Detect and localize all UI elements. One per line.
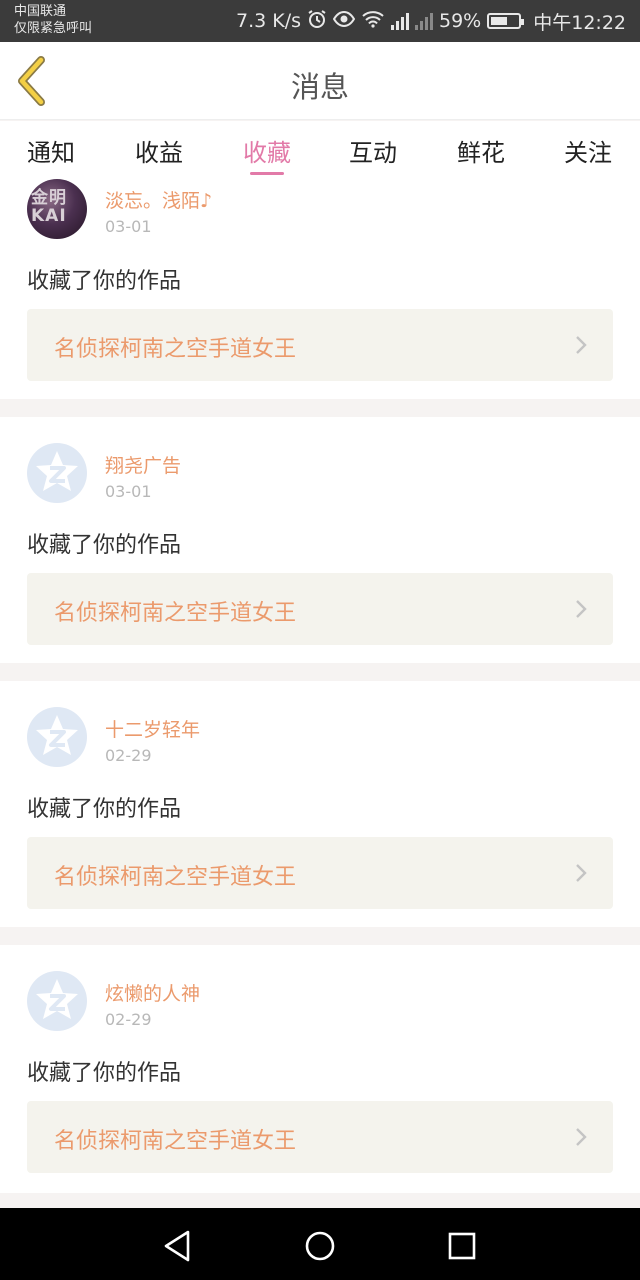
page-title: 消息 — [290, 70, 349, 104]
username[interactable]: 淡忘。浅陌♪ — [105, 186, 212, 213]
net-speed: 7.3 K/s — [235, 10, 301, 32]
work-title: 名侦探柯南之空手道女王 — [54, 1129, 297, 1154]
message-text: 收藏了你的作品 — [27, 533, 182, 558]
avatar[interactable] — [27, 971, 87, 1031]
clock: 中午12:22 — [533, 11, 626, 34]
tab-favorites[interactable]: 收藏 — [222, 133, 312, 168]
work-link[interactable]: 名侦探柯南之空手道女王 — [27, 837, 613, 909]
message-text: 收藏了你的作品 — [27, 269, 182, 294]
status-bar: 中国联通 仅限紧急呼叫 7.3 K/s 59% 中午12:22 — [0, 0, 640, 42]
eye-icon — [332, 10, 356, 32]
list-item: 翔尧广告 03-01 收藏了你的作品 名侦探柯南之空手道女王 — [0, 417, 640, 663]
default-avatar-icon — [36, 715, 78, 755]
tab-flowers[interactable]: 鲜花 — [436, 133, 526, 168]
chevron-right-icon — [576, 336, 587, 354]
tab-following[interactable]: 关注 — [543, 133, 633, 168]
avatar[interactable] — [27, 707, 87, 767]
work-link[interactable]: 名侦探柯南之空手道女王 — [27, 1101, 613, 1173]
username[interactable]: 十二岁轻年 — [105, 715, 200, 742]
tab-earnings[interactable]: 收益 — [114, 133, 204, 168]
message-date: 03-01 — [105, 217, 152, 236]
alarm-icon — [307, 9, 327, 34]
message-date: 02-29 — [105, 1010, 152, 1029]
carrier-info: 中国联通 仅限紧急呼叫 — [14, 3, 92, 37]
list-item: 炫懒的人神 02-29 收藏了你的作品 名侦探柯南之空手道女王 — [0, 945, 640, 1193]
circle-home-icon — [305, 1231, 335, 1261]
work-title: 名侦探柯南之空手道女王 — [54, 337, 297, 362]
battery-percent: 59% — [439, 10, 482, 32]
message-text: 收藏了你的作品 — [27, 797, 182, 822]
list-item: 十二岁轻年 02-29 收藏了你的作品 名侦探柯南之空手道女王 — [0, 681, 640, 927]
active-tab-indicator — [250, 172, 284, 175]
wifi-icon — [361, 10, 385, 33]
message-text: 收藏了你的作品 — [27, 1061, 182, 1086]
chevron-right-icon — [576, 864, 587, 882]
nav-back-button[interactable] — [158, 1226, 198, 1266]
square-recent-icon — [448, 1232, 476, 1260]
tab-bar: 通知 收益 收藏 互动 鲜花 关注 — [0, 121, 640, 183]
carrier-name: 中国联通 — [14, 4, 67, 19]
work-link[interactable]: 名侦探柯南之空手道女王 — [27, 309, 613, 381]
list-item: 金明 KAI 淡忘。浅陌♪ 03-01 收藏了你的作品 名侦探柯南之空手道女王 — [0, 179, 640, 399]
message-date: 02-29 — [105, 746, 152, 765]
chevron-right-icon — [576, 600, 587, 618]
avatar[interactable] — [27, 443, 87, 503]
app-header: 消息 — [0, 42, 640, 120]
work-title: 名侦探柯南之空手道女王 — [54, 601, 297, 626]
signal-icon — [391, 12, 409, 30]
username[interactable]: 翔尧广告 — [105, 451, 181, 478]
carrier-status: 仅限紧急呼叫 — [14, 21, 93, 36]
work-link[interactable]: 名侦探柯南之空手道女王 — [27, 573, 613, 645]
status-indicators: 7.3 K/s 59% 中午12:22 — [236, 7, 626, 35]
avatar-photo-text: 金明 KAI — [31, 188, 67, 226]
tab-interactions[interactable]: 互动 — [328, 133, 418, 168]
avatar[interactable]: 金明 KAI — [27, 179, 87, 239]
signal-empty-icon — [415, 12, 433, 30]
default-avatar-icon — [36, 451, 78, 491]
default-avatar-icon — [36, 979, 78, 1019]
battery-icon — [487, 13, 525, 29]
nav-recent-button[interactable] — [442, 1226, 482, 1266]
system-nav-bar — [0, 1208, 640, 1280]
work-title: 名侦探柯南之空手道女王 — [54, 865, 297, 890]
chevron-right-icon — [576, 1128, 587, 1146]
triangle-back-icon — [164, 1230, 190, 1262]
tab-notifications[interactable]: 通知 — [6, 133, 96, 168]
message-date: 03-01 — [105, 482, 152, 501]
username[interactable]: 炫懒的人神 — [105, 979, 200, 1006]
nav-home-button[interactable] — [300, 1226, 340, 1266]
